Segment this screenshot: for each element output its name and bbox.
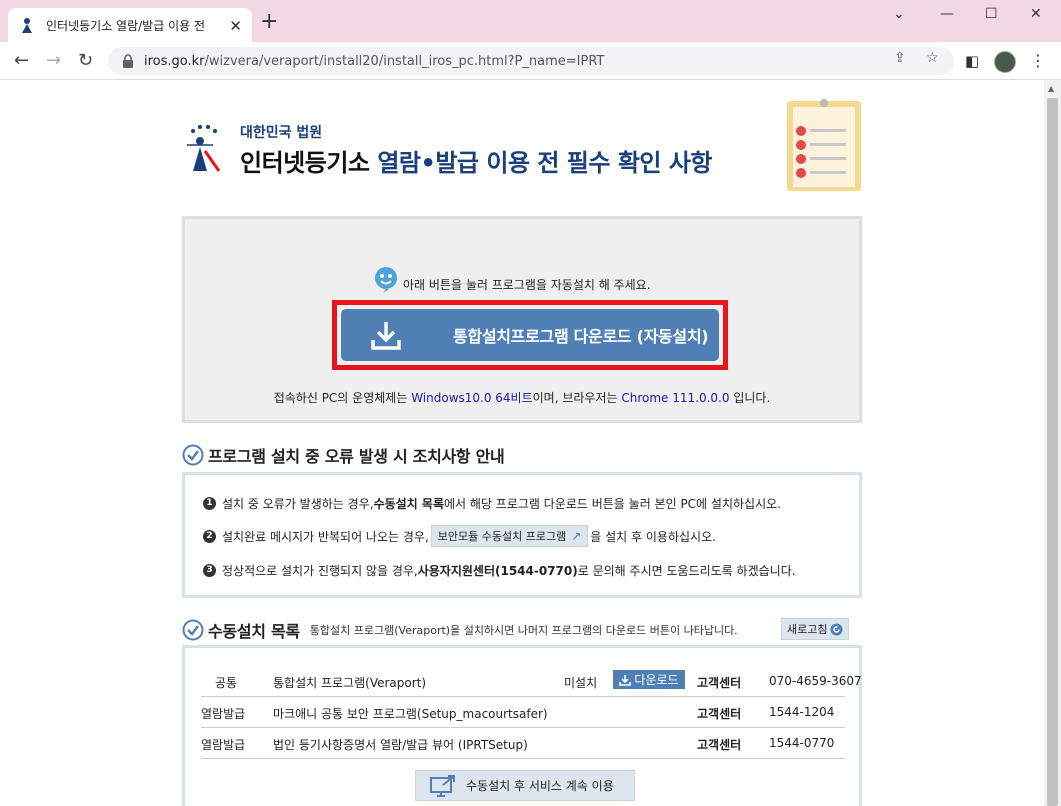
tab-title: 인터넷등기소 열람/발급 이용 전 xyxy=(46,18,206,33)
menu-dots-icon[interactable]: ⋮ xyxy=(1030,51,1046,70)
scroll-up-arrow-icon[interactable]: ▲ xyxy=(1048,84,1054,93)
download-panel: 아래 버튼을 눌러 프로그램을 자동설치 해 주세요. 통합설치프로그램 다운로… xyxy=(182,216,862,423)
maximize-icon[interactable]: ☐ xyxy=(985,6,998,22)
error-guide-heading: 프로그램 설치 중 오류 발생 시 조치사항 안내 xyxy=(182,443,505,467)
error-guide-item-3: 3 정상적으로 설치가 진행되지 않을 경우, 사용자지원센터(1544-077… xyxy=(203,562,796,579)
download-icon xyxy=(371,322,401,350)
url-text: iros.go.kr/wizvera/veraport/install20/in… xyxy=(144,53,605,69)
error-guide-item-2: 2 설치완료 메시지가 반복되어 나오는 경우, 보안모듈 수동설치 프로그램 … xyxy=(203,525,716,547)
system-info: 접속하신 PC의 운영체제는 Windows10.0 64비트이며, 브라우저는… xyxy=(273,391,771,405)
download-icon xyxy=(619,674,632,686)
continue-service-button[interactable]: 수동설치 후 서비스 계속 이용 xyxy=(415,770,635,801)
browser-toolbar: ← → ↻ iros.go.kr/wizvera/veraport/instal… xyxy=(0,42,1061,80)
org-name: 대한민국 법원 xyxy=(240,125,323,141)
check-circle-icon xyxy=(182,619,204,641)
monitor-link-icon xyxy=(430,774,455,797)
table-row: 공통 통합설치 프로그램(Veraport) 미설치 다운로드 고객센터 070… xyxy=(201,666,862,697)
browser-tab[interactable]: 인터넷등기소 열람/발급 이용 전 ✕ xyxy=(8,8,252,42)
tab-search-icon[interactable]: ⌄ xyxy=(893,6,905,22)
error-guide-item-1: 1 설치 중 오류가 발생하는 경우, 수동설치 목록 에서 해당 프로그램 다운… xyxy=(203,495,781,512)
download-hint: 아래 버튼을 눌러 프로그램을 자동설치 해 주세요. xyxy=(373,265,651,293)
window-close-icon[interactable]: ✕ xyxy=(1030,6,1042,22)
error-guide-box: 1 설치 중 오류가 발생하는 경우, 수동설치 목록 에서 해당 프로그램 다운… xyxy=(182,472,862,598)
manual-install-heading: 수동설치 목록 통합설치 프로그램(Veraport)을 설치하시면 나머지 프… xyxy=(182,618,738,642)
external-link-icon: ↗ xyxy=(571,529,582,543)
browser-tab-bar: 인터넷등기소 열람/발급 이용 전 ✕ + ⌄ — ☐ ✕ xyxy=(0,0,1061,42)
share-icon[interactable]: ⇪ xyxy=(894,50,906,66)
integrated-installer-download-button[interactable]: 통합설치프로그램 다운로드 (자동설치) xyxy=(341,309,719,361)
reload-icon[interactable]: ↻ xyxy=(78,50,93,71)
address-bar[interactable]: iros.go.kr/wizvera/veraport/install20/in… xyxy=(108,47,954,75)
profile-avatar[interactable] xyxy=(994,51,1016,73)
table-row: 열람발급 법인 등기사항증명서 열람/발급 뷰어 (IPRTSetup) 고객센… xyxy=(201,728,845,759)
lock-icon xyxy=(123,54,133,68)
court-logo-icon xyxy=(187,125,221,172)
forward-icon[interactable]: → xyxy=(46,50,61,71)
security-module-manual-install-button[interactable]: 보안모듈 수동설치 프로그램 ↗ xyxy=(430,525,589,547)
back-icon[interactable]: ← xyxy=(14,50,29,71)
side-panel-icon[interactable]: ◧ xyxy=(965,52,979,70)
page-scrollbar[interactable]: ▲ xyxy=(1044,80,1061,806)
court-favicon-icon xyxy=(22,18,32,33)
page-title: 인터넷등기소 열람•발급 이용 전 필수 확인 사항 xyxy=(240,149,713,177)
veraport-download-button[interactable]: 다운로드 xyxy=(613,670,685,689)
smiley-guide-icon xyxy=(375,267,397,293)
minimize-icon[interactable]: — xyxy=(940,6,954,22)
manual-install-list: 공통 통합설치 프로그램(Veraport) 미설치 다운로드 고객센터 070… xyxy=(182,645,862,806)
refresh-button[interactable]: 새로고침 xyxy=(781,618,850,640)
tab-close-icon[interactable]: ✕ xyxy=(229,17,242,35)
check-circle-icon xyxy=(182,444,204,466)
bookmark-star-icon[interactable]: ☆ xyxy=(926,50,939,66)
checklist-clipboard-icon xyxy=(787,99,861,191)
new-tab-icon[interactable]: + xyxy=(260,11,278,33)
refresh-icon xyxy=(830,623,843,635)
table-row: 열람발급 마크애니 공통 보안 프로그램(Setup_macourtsafer)… xyxy=(201,697,845,728)
scrollbar-thumb[interactable] xyxy=(1047,98,1058,806)
